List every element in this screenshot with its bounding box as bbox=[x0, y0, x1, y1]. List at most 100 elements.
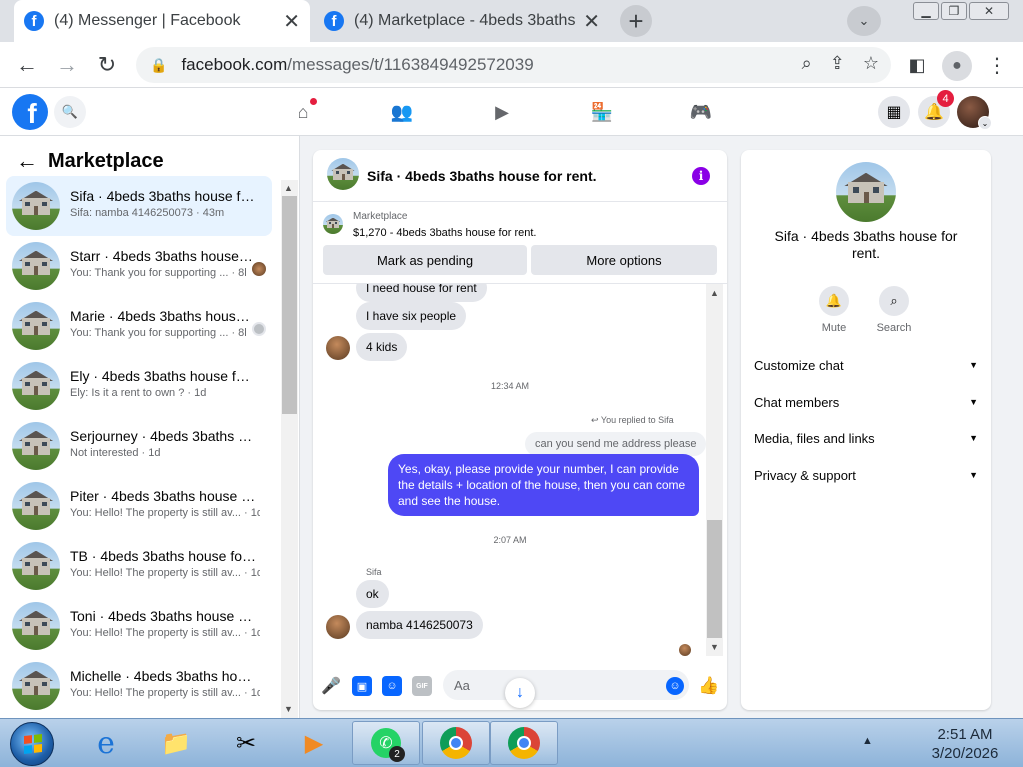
listing-title[interactable]: $1,270 - 4beds 3baths house for rent. bbox=[353, 227, 536, 239]
forward-arrow-icon[interactable]: → bbox=[52, 50, 82, 80]
restore-icon[interactable]: ❐ bbox=[941, 2, 967, 20]
sender-avatar[interactable] bbox=[326, 615, 350, 639]
scrollbar-thumb[interactable] bbox=[282, 196, 297, 414]
listing-thumbnail[interactable] bbox=[327, 158, 359, 190]
read-receipt-avatar bbox=[679, 644, 691, 656]
start-button[interactable] bbox=[10, 722, 54, 766]
conversation-name: Ely · 4beds 3baths house for rent. bbox=[70, 368, 256, 384]
listing-thumbnail bbox=[12, 302, 60, 350]
close-window-icon[interactable]: ✕ bbox=[969, 2, 1009, 20]
friends-icon[interactable]: 👥 bbox=[388, 98, 416, 126]
thumbs-up-icon[interactable]: 👍 bbox=[698, 676, 719, 696]
message-composer: 🎤 ▣ ☺ GIF Aa ☺ 👍 ↓ bbox=[313, 664, 727, 710]
scroll-down-icon[interactable]: ▼ bbox=[710, 642, 719, 652]
row-label: Privacy & support bbox=[754, 467, 856, 483]
sender-avatar[interactable] bbox=[326, 336, 350, 360]
microphone-icon[interactable]: 🎤 bbox=[321, 676, 341, 696]
gaming-icon[interactable]: 🎮 bbox=[687, 98, 715, 126]
tab-title: (4) Marketplace - 4beds 3baths house bbox=[354, 12, 576, 29]
conversation-item-piter[interactable]: Piter · 4beds 3baths house for rent. You… bbox=[6, 476, 272, 536]
media-player-icon[interactable]: ▶ bbox=[280, 721, 348, 765]
scroll-up-icon[interactable]: ▲ bbox=[710, 288, 719, 298]
tab-messenger[interactable]: f (4) Messenger | Facebook ✕ bbox=[14, 0, 310, 42]
tab-marketplace[interactable]: f (4) Marketplace - 4beds 3baths house ✕ bbox=[314, 0, 610, 42]
chrome-icon bbox=[508, 727, 540, 759]
system-clock[interactable]: 2:51 AM 3/20/2026 bbox=[920, 725, 1010, 763]
privacy-support-row[interactable]: Privacy & support ▼ bbox=[754, 465, 978, 485]
info-icon[interactable]: i bbox=[692, 167, 710, 185]
chevron-down-icon: ▼ bbox=[969, 433, 978, 443]
bookmark-star-icon[interactable]: ☆ bbox=[863, 53, 879, 74]
address-bar[interactable]: 🔒 facebook.com/messages/t/11638494925720… bbox=[136, 47, 891, 83]
sidebar-scrollbar[interactable]: ▲ ▼ bbox=[281, 180, 298, 718]
customize-chat-row[interactable]: Customize chat ▼ bbox=[754, 355, 978, 375]
back-arrow-icon[interactable]: ← bbox=[12, 50, 42, 80]
tab-search-chevron-down-icon[interactable]: ⌄ bbox=[847, 6, 881, 36]
minimize-icon[interactable]: ▁ bbox=[913, 2, 939, 20]
sidebar-header: ← Marketplace bbox=[16, 148, 164, 174]
conversation-item-michelle[interactable]: Michelle · 4beds 3baths house for rent. … bbox=[6, 656, 272, 716]
conversation-name: Marie · 4beds 3baths house for rent. bbox=[70, 308, 256, 324]
search-label: Search bbox=[876, 322, 912, 334]
scroll-up-icon[interactable]: ▲ bbox=[284, 183, 293, 193]
message-input[interactable]: Aa bbox=[443, 670, 689, 700]
chrome-taskbar-button-2[interactable] bbox=[490, 721, 558, 765]
reload-icon[interactable]: ↻ bbox=[92, 50, 122, 80]
gif-icon[interactable]: GIF bbox=[412, 676, 432, 696]
search-button[interactable]: ⌕ Search bbox=[872, 286, 916, 334]
conversation-name: Michelle · 4beds 3baths house for rent. bbox=[70, 668, 256, 684]
incoming-message: I need house for rent bbox=[356, 284, 487, 302]
marketplace-label: Marketplace bbox=[353, 211, 408, 222]
mark-as-pending-button[interactable]: Mark as pending bbox=[323, 245, 527, 275]
conversation-item-ely[interactable]: Ely · 4beds 3baths house for rent. Ely: … bbox=[6, 356, 272, 416]
media-files-links-row[interactable]: Media, files and links ▼ bbox=[754, 428, 978, 448]
chat-title[interactable]: Sifa · 4beds 3baths house for rent. bbox=[367, 168, 597, 184]
conversation-item-serjourney[interactable]: Serjourney · 4beds 3baths house for rent… bbox=[6, 416, 272, 476]
scroll-to-bottom-arrow-icon[interactable]: ↓ bbox=[505, 678, 535, 708]
conversation-item-marie[interactable]: Marie · 4beds 3baths house for rent. You… bbox=[6, 296, 272, 356]
whatsapp-taskbar-button[interactable]: ✆ 2 bbox=[352, 721, 420, 765]
internet-explorer-icon[interactable]: e bbox=[72, 721, 140, 765]
account-chevron-down-icon[interactable]: ⌄ bbox=[978, 116, 992, 130]
chrome-icon bbox=[440, 727, 472, 759]
more-options-button[interactable]: More options bbox=[531, 245, 717, 275]
marketplace-store-icon[interactable]: 🏪 bbox=[588, 98, 616, 126]
home-icon[interactable]: ⌂ bbox=[289, 98, 317, 126]
zoom-icon[interactable]: ⌕ bbox=[802, 53, 812, 74]
browser-tab-bar: f (4) Messenger | Facebook ✕ f (4) Marke… bbox=[0, 0, 1023, 42]
chat-scrollbar[interactable]: ▲ ▼ bbox=[706, 284, 723, 656]
chat-members-row[interactable]: Chat members ▼ bbox=[754, 392, 978, 412]
conversation-name: Toni · 4beds 3baths house for rent. bbox=[70, 608, 256, 624]
conversation-item-tb[interactable]: TB · 4beds 3baths house for rent. You: H… bbox=[6, 536, 272, 596]
snipping-tool-icon[interactable]: ✂ bbox=[212, 721, 280, 765]
conversation-item-toni[interactable]: Toni · 4beds 3baths house for rent. You:… bbox=[6, 596, 272, 656]
file-explorer-icon[interactable]: 📁 bbox=[142, 721, 210, 765]
photo-icon[interactable]: ▣ bbox=[352, 676, 372, 696]
share-icon[interactable]: ⇪ bbox=[830, 53, 845, 74]
browser-profile-icon[interactable]: ● bbox=[942, 51, 972, 81]
kebab-menu-icon[interactable]: ⋮ bbox=[982, 50, 1012, 80]
chrome-taskbar-button[interactable] bbox=[422, 721, 490, 765]
new-tab-button[interactable]: + bbox=[620, 5, 652, 37]
emoji-icon[interactable]: ☺ bbox=[666, 677, 684, 695]
close-tab-icon[interactable]: ✕ bbox=[583, 9, 600, 34]
menu-grid-icon[interactable]: ▦ bbox=[878, 96, 910, 128]
facebook-header: f 🔍 ⌂ 👥 ▶ 🏪 🎮 ▦ 🔔 bbox=[0, 88, 1023, 136]
watch-video-icon[interactable]: ▶ bbox=[488, 98, 516, 126]
show-hidden-icons-icon[interactable]: ▲ bbox=[862, 735, 873, 747]
scrollbar-thumb[interactable] bbox=[707, 520, 722, 638]
facebook-favicon-icon: f bbox=[24, 11, 44, 31]
facebook-logo-icon[interactable]: f bbox=[12, 94, 48, 130]
conversation-preview: You: Hello! The property is still av... … bbox=[70, 507, 260, 519]
sticker-icon[interactable]: ☺ bbox=[382, 676, 402, 696]
mute-button[interactable]: 🔔 Mute bbox=[812, 286, 856, 334]
close-tab-icon[interactable]: ✕ bbox=[283, 9, 300, 34]
side-panel-icon[interactable]: ◧ bbox=[902, 50, 932, 80]
conversation-item-sifa[interactable]: Sifa · 4beds 3baths house for rent. Sifa… bbox=[6, 176, 272, 236]
conversation-item-starr[interactable]: Starr · 4beds 3baths house for rent. You… bbox=[6, 236, 272, 296]
quoted-reply-message[interactable]: can you send me address please bbox=[525, 432, 707, 456]
seen-avatar bbox=[252, 322, 266, 336]
scroll-down-icon[interactable]: ▼ bbox=[284, 704, 293, 714]
search-icon[interactable]: 🔍 bbox=[54, 96, 86, 128]
back-arrow-icon[interactable]: ← bbox=[16, 148, 38, 174]
